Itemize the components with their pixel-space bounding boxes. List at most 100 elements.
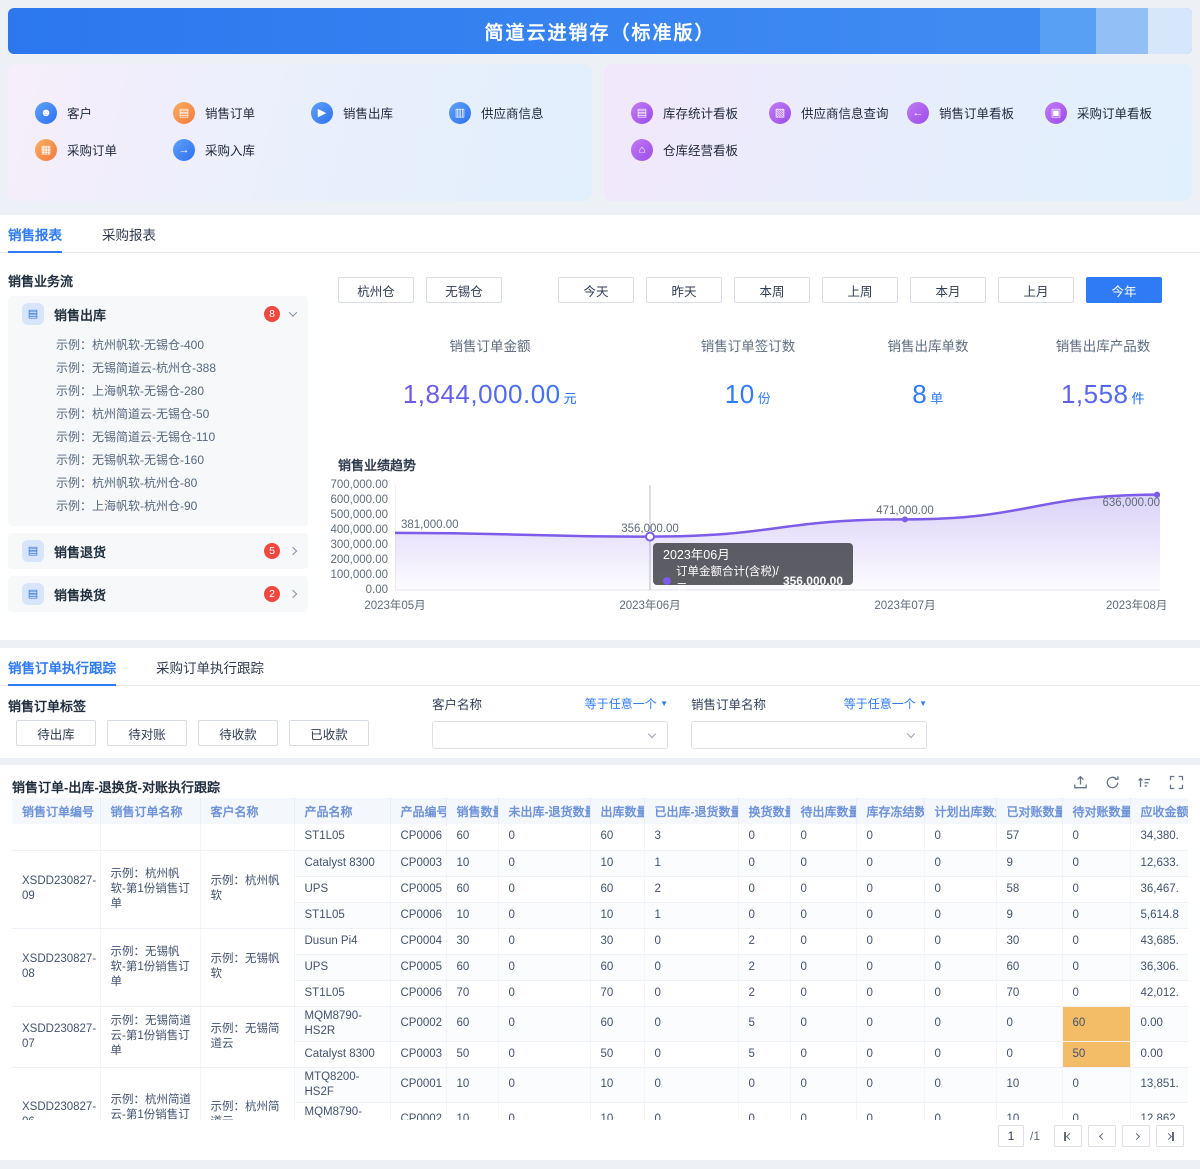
flow-item[interactable]: 示例：无锡帆软-无锡仓-160 [8,449,308,472]
table-scroll-area[interactable]: 销售订单编号销售订单名称客户名称产品名称产品编号销售数量未出库-退货数量出库数量… [12,798,1188,1120]
qty-cell: 0 [738,824,790,850]
flow-item[interactable]: 示例：杭州帆软-无锡仓-400 [8,334,308,357]
table-title: 销售订单-出库-退换货-对账执行跟踪 [12,777,220,796]
tag-button-待出库[interactable]: 待出库 [16,720,96,746]
app-item-inventory-board[interactable]: ▤库存统计看板 [631,94,769,131]
report-tab[interactable]: 采购报表 [102,215,156,252]
x-tick-label: 2023年06月 [619,597,680,613]
period-filter-button[interactable]: 昨天 [646,277,722,303]
qty-cell: 2 [738,980,790,1006]
period-filter-button[interactable]: 本周 [734,277,810,303]
qty-cell: 30 [446,928,498,954]
product-name-cell: MQM8790-HS2R [294,1006,390,1041]
page-input[interactable]: 1 [998,1125,1024,1147]
flow-group-销售换货: ▤销售换货2 [8,576,308,612]
page-total: /1 [1030,1129,1040,1143]
amount-cell: 5,614.8 [1130,902,1188,928]
app-item-warehouse-board[interactable]: ⌂仓库经营看板 [631,131,769,168]
tag-button-待对账[interactable]: 待对账 [107,720,187,746]
filter-operator-link[interactable]: 等于任意一个 ▼ [585,695,668,712]
tracking-tabbar: 销售订单执行跟踪 采购订单执行跟踪 [0,648,1200,686]
app-item-purchase-inbound[interactable]: →采购入库 [173,131,311,168]
refresh-icon[interactable] [1105,775,1120,790]
qty-cell: 0 [924,1102,996,1120]
fullscreen-icon[interactable] [1169,775,1184,790]
qty-cell: 57 [996,824,1062,850]
qty-cell: 10 [446,850,498,876]
qty-cell: 0 [856,954,924,980]
flow-item[interactable]: 示例：无锡简道云-杭州仓-388 [8,357,308,380]
app-item-sales-order[interactable]: ▤销售订单 [173,94,311,131]
flow-item[interactable]: 示例：无锡简道云-无锡仓-110 [8,426,308,449]
product-code-cell: CP0002 [390,1102,446,1120]
app-shortcut-list: ☻客户▤销售订单▶销售出库▥供应商信息 ▦采购订单→采购入库 [8,64,592,168]
period-filter-button[interactable]: 本月 [910,277,986,303]
filter-operator-link[interactable]: 等于任意一个 ▼ [844,695,927,712]
app-item-sales-order-board[interactable]: ←销售订单看板 [907,94,1045,131]
qty-cell: 60 [446,824,498,850]
qty-cell: 30 [590,928,644,954]
qty-cell: 0 [924,1006,996,1041]
qty-cell: 10 [590,850,644,876]
app-item-customers[interactable]: ☻客户 [35,94,173,131]
tracking-tab[interactable]: 销售订单执行跟踪 [8,648,116,685]
qty-cell: 10 [446,902,498,928]
prev-page-button[interactable] [1088,1125,1116,1147]
order-name-cell [100,824,200,850]
qty-cell: 5 [738,1006,790,1041]
qty-cell: 0 [856,1102,924,1120]
qty-cell: 0 [1062,850,1130,876]
qty-cell: 60 [590,824,644,850]
export-icon[interactable] [1073,775,1088,790]
app-item-supplier-info[interactable]: ▥供应商信息 [449,94,587,131]
column-header: 应收金额 [1130,798,1188,824]
app-item-label: 供应商信息 [481,103,544,122]
warehouse-filter-button[interactable]: 无锡仓 [426,277,502,303]
table-row: ST1L05CP0006600603000057034,380. [12,824,1188,850]
app-item-supplier-query[interactable]: ▧供应商信息查询 [769,94,907,131]
kpi-card: 销售出库产品数1,558件 [1010,335,1196,410]
app-item-label: 客户 [67,103,92,122]
order-no-cell [12,824,100,850]
first-page-button[interactable] [1054,1125,1082,1147]
qty-cell: 50 [446,1041,498,1067]
report-tab[interactable]: 销售报表 [8,215,62,252]
product-name-cell: Dusun Pi4 [294,928,390,954]
flow-group-header[interactable]: ▤销售出库8 [8,296,308,332]
next-page-button[interactable] [1122,1125,1150,1147]
tag-button-已收款[interactable]: 已收款 [289,720,369,746]
flow-item[interactable]: 示例：杭州帆软-杭州仓-80 [8,472,308,495]
filter-select[interactable] [691,721,927,749]
qty-cell: 0 [924,1067,996,1102]
app-item-purchase-order-board[interactable]: ▣采购订单看板 [1045,94,1183,131]
app-item-purchase-order[interactable]: ▦采购订单 [35,131,173,168]
flow-group-header[interactable]: ▤销售换货2 [8,576,308,612]
period-filter-button[interactable]: 今年 [1086,277,1162,303]
flow-item[interactable]: 示例：上海帆软-无锡仓-280 [8,380,308,403]
tag-button-待收款[interactable]: 待收款 [198,720,278,746]
flow-group-header[interactable]: ▤销售退货5 [8,533,308,569]
x-tick-label: 2023年05月 [364,597,425,613]
column-header: 未出库-退货数量 [498,798,590,824]
tracking-tab[interactable]: 采购订单执行跟踪 [156,648,264,685]
filter-select[interactable] [432,721,668,749]
qty-cell: 50 [590,1041,644,1067]
period-filter-button[interactable]: 上周 [822,277,898,303]
flow-item[interactable]: 示例：上海帆软-杭州仓-90 [8,495,308,518]
flow-item[interactable]: 示例：杭州简道云-无锡仓-50 [8,403,308,426]
qty-cell: 0 [856,928,924,954]
period-filter-button[interactable]: 今天 [558,277,634,303]
chevron-down-icon [648,730,656,738]
kpi-label: 销售订单金额 [385,335,595,355]
sales-report-section: 销售报表采购报表 销售业务流 ▤销售出库8示例：杭州帆软-无锡仓-400示例：无… [0,215,1200,640]
qty-cell: 0 [856,876,924,902]
warehouse-filter-button[interactable]: 杭州仓 [338,277,414,303]
sales-trend-chart[interactable]: 700,000.00600,000.00500,000.00400,000.00… [330,483,1192,623]
last-page-button[interactable] [1156,1125,1184,1147]
qty-cell: 60 [1062,1006,1130,1041]
period-filter-button[interactable]: 上月 [998,277,1074,303]
column-sort-icon[interactable] [1137,775,1152,790]
qty-cell: 0 [738,1102,790,1120]
report-tabbar: 销售报表 采购报表 [0,215,1200,253]
app-item-sales-outbound[interactable]: ▶销售出库 [311,94,449,131]
